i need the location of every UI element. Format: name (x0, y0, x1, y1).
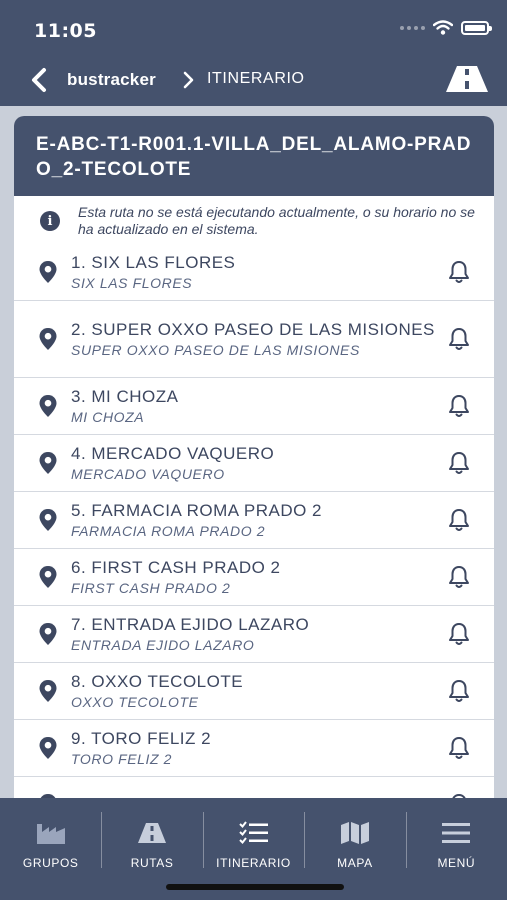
stop-name: 6. FIRST CASH PRADO 2 (71, 557, 281, 577)
location-pin-icon (38, 451, 58, 475)
stop-name: 4. MERCADO VAQUERO (71, 443, 275, 463)
stop-text: 1. SIX LAS FLORES SIX LAS FLORES (71, 253, 446, 292)
bell-icon[interactable] (446, 735, 472, 761)
stop-text: 3. MI CHOZA MI CHOZA (71, 387, 446, 426)
stop-subtitle: TORO FELIZ 2 (71, 750, 173, 767)
location-pin-icon (38, 260, 58, 284)
tab-grupos[interactable]: GRUPOS (0, 810, 101, 880)
map-icon (340, 822, 369, 844)
tab-label: MENÚ (437, 856, 476, 870)
notice-text: Esta ruta no se está ejecutando actualme… (78, 204, 475, 237)
tab-label: ITINERARIO (216, 856, 291, 870)
back-chevron-icon[interactable] (28, 67, 50, 93)
stop-text: 7. ENTRADA EJIDO LAZARO ENTRADA EJIDO LAZ… (71, 615, 446, 654)
stop-name: 3. MI CHOZA (71, 386, 179, 406)
info-icon: i (40, 211, 60, 231)
stop-item[interactable]: 1. SIX LAS FLORES SIX LAS FLORES (14, 244, 494, 301)
battery-icon (461, 20, 492, 35)
brand-link[interactable]: bustracker (67, 70, 156, 90)
bell-icon[interactable] (446, 326, 472, 352)
location-pin-icon (38, 565, 58, 589)
stop-subtitle: ENTRADA EJIDO LAZARO (71, 636, 255, 653)
checklist-icon (238, 821, 268, 845)
stop-subtitle: MI CHOZA (71, 408, 145, 425)
stop-name: 9. TORO FELIZ 2 (71, 728, 212, 748)
bell-icon[interactable] (446, 450, 472, 476)
bell-icon[interactable] (446, 259, 472, 285)
status-time: 11:05 (34, 20, 97, 42)
bell-icon[interactable] (446, 393, 472, 419)
stop-text: 8. OXXO TECOLOTE OXXO TECOLOTE (71, 672, 446, 711)
tab-label: MAPA (337, 856, 373, 870)
stop-name: 7. ENTRADA EJIDO LAZARO (71, 614, 310, 634)
tab-label: GRUPOS (22, 856, 79, 870)
stop-subtitle: FARMACIA ROMA PRADO 2 (71, 522, 266, 539)
tab-label: RUTAS (130, 856, 174, 870)
road-logo-icon[interactable] (445, 64, 489, 94)
tab-itinerario[interactable]: ITINERARIO (202, 810, 304, 880)
location-pin-icon (38, 622, 58, 646)
stop-text: 4. MERCADO VAQUERO MERCADO VAQUERO (71, 444, 446, 483)
tab-mapa[interactable]: MAPA (304, 810, 405, 880)
location-pin-icon (38, 508, 58, 532)
stop-item[interactable]: 8. OXXO TECOLOTE OXXO TECOLOTE (14, 663, 494, 720)
stop-text: 6. FIRST CASH PRADO 2 FIRST CASH PRADO 2 (71, 558, 446, 597)
nav-bar: bustracker ITINERARIO (0, 58, 507, 102)
location-pin-icon (38, 327, 58, 351)
stop-subtitle: SUPER OXXO PASEO DE LAS MISIONES (71, 341, 360, 358)
breadcrumb-current: ITINERARIO (207, 70, 305, 87)
hamburger-menu-icon (442, 823, 471, 843)
stop-text: 5. FARMACIA ROMA PRADO 2 FARMACIA ROMA PR… (71, 501, 446, 540)
stop-subtitle: SIX LAS FLORES (71, 274, 193, 291)
stops-list: 1. SIX LAS FLORES SIX LAS FLORES 2. SUPER … (14, 244, 494, 816)
tab-rutas[interactable]: RUTAS (101, 810, 202, 880)
tab-bar: GRUPOS RUTAS ITINERARIO MAPA MENÚ (0, 798, 507, 900)
stop-subtitle: OXXO TECOLOTE (71, 693, 199, 710)
route-title: E-ABC-T1-R001.1-VILLA_DEL_ALAMO-PRADO_2-… (36, 134, 472, 180)
wifi-icon (433, 20, 453, 35)
bell-icon[interactable] (446, 621, 472, 647)
chevron-right-icon (183, 71, 194, 89)
location-pin-icon (38, 679, 58, 703)
stop-item[interactable]: 6. FIRST CASH PRADO 2 FIRST CASH PRADO 2 (14, 549, 494, 606)
stop-text: 2. SUPER OXXO PASEO DE LAS MISIONES SUPER… (71, 320, 446, 359)
itinerary-card: E-ABC-T1-R001.1-VILLA_DEL_ALAMO-PRADO_2-… (14, 116, 494, 816)
stop-item[interactable]: 9. TORO FELIZ 2 TORO FELIZ 2 (14, 720, 494, 777)
top-bar: 11:05 bustracker ITINERARIO (0, 0, 507, 106)
stop-item[interactable]: 4. MERCADO VAQUERO MERCADO VAQUERO (14, 435, 494, 492)
bell-icon[interactable] (446, 678, 472, 704)
road-icon (138, 823, 167, 843)
stop-name: 2. SUPER OXXO PASEO DE LAS MISIONES (71, 319, 435, 339)
stop-item[interactable]: 5. FARMACIA ROMA PRADO 2 FARMACIA ROMA PR… (14, 492, 494, 549)
home-indicator (166, 884, 344, 890)
tab-menu[interactable]: MENÚ (405, 810, 507, 880)
factory-icon (36, 824, 65, 844)
status-icons (400, 20, 492, 35)
cellular-signal-icon (400, 25, 425, 30)
stop-item[interactable]: 7. ENTRADA EJIDO LAZARO ENTRADA EJIDO LAZ… (14, 606, 494, 663)
stop-item[interactable]: 2. SUPER OXXO PASEO DE LAS MISIONES SUPER… (14, 301, 494, 378)
stop-name: 5. FARMACIA ROMA PRADO 2 (71, 500, 323, 520)
stop-item[interactable]: 3. MI CHOZA MI CHOZA (14, 378, 494, 435)
bell-icon[interactable] (446, 507, 472, 533)
bell-icon[interactable] (446, 564, 472, 590)
location-pin-icon (38, 394, 58, 418)
location-pin-icon (38, 736, 58, 760)
stop-text: 9. TORO FELIZ 2 TORO FELIZ 2 (71, 729, 446, 768)
stop-subtitle: MERCADO VAQUERO (71, 465, 225, 482)
route-header: E-ABC-T1-R001.1-VILLA_DEL_ALAMO-PRADO_2-… (14, 116, 494, 196)
stop-name: 1. SIX LAS FLORES (71, 252, 236, 272)
stop-subtitle: FIRST CASH PRADO 2 (71, 579, 231, 596)
stop-name: 8. OXXO TECOLOTE (71, 671, 244, 691)
route-notice: i Esta ruta no se está ejecutando actual… (14, 196, 494, 244)
